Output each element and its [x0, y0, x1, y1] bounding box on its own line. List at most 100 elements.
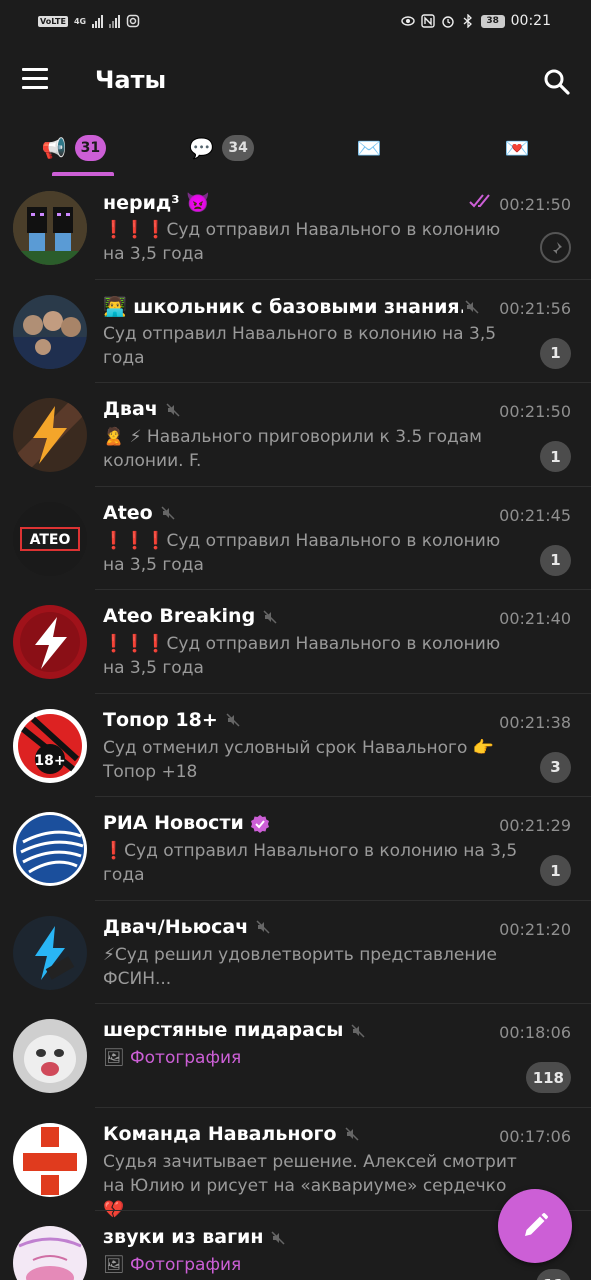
- folder-tabs: 📢 31 💬 34 ✉️ 💌: [0, 120, 591, 176]
- tab-channels[interactable]: 📢 31: [0, 120, 148, 176]
- chat-preview: ❗❗❗Суд отправил Навального в колонию на …: [103, 530, 501, 575]
- chat-row[interactable]: Двач/Ньюсач 00:21:20 ⚡Суд решил удовлетв…: [0, 901, 591, 1004]
- speech-bubble-icon: 💬: [189, 136, 215, 160]
- chat-list: нерид³ 👿 00:21:50 ❗❗❗Суд отправил Наваль…: [0, 176, 591, 1280]
- muted-icon: [161, 506, 175, 520]
- chat-preview: ⚡Суд решил удовлетворить представление Ф…: [103, 944, 497, 989]
- chat-time: 00:21:29: [499, 816, 571, 835]
- chat-row[interactable]: нерид³ 👿 00:21:50 ❗❗❗Суд отправил Наваль…: [0, 176, 591, 280]
- search-icon[interactable]: [541, 66, 573, 98]
- chat-time: 00:18:06: [499, 1023, 571, 1042]
- hamburger-icon: [22, 68, 48, 71]
- read-ticks-icon: [469, 194, 490, 208]
- chat-row[interactable]: шерстяные пидарасы 00:18:06 🖼 Фотография…: [0, 1004, 591, 1108]
- nfc-icon: [420, 14, 435, 28]
- chat-time: 00:21:50: [499, 402, 571, 421]
- pencil-icon: [525, 1213, 548, 1236]
- app-bar: Чаты: [0, 44, 591, 120]
- chat-preview: Суд отправил Навального в колонию на 3,5…: [103, 323, 497, 368]
- tab-favorites[interactable]: 💌: [443, 120, 591, 176]
- avatar: 18+: [13, 708, 87, 783]
- chat-row[interactable]: Ateo Breaking 00:21:40 ❗❗❗Суд отправил Н…: [0, 590, 591, 694]
- unread-badge: 11: [536, 1269, 571, 1280]
- chat-time: 00:21:38: [499, 712, 571, 732]
- photo-thumb-icon: 🖼: [103, 1255, 125, 1275]
- svg-text:18+: 18+: [34, 753, 65, 769]
- verified-icon: [250, 814, 269, 833]
- chat-preview: Суд отменил условный срок Навального 👉 Т…: [103, 737, 494, 782]
- unread-badge: 1: [540, 855, 571, 886]
- muted-icon: [271, 1230, 285, 1245]
- status-bar: VoLTE 4G 38 00:21: [0, 0, 591, 44]
- chat-preview: 🙎 ⚡ Навального приговорили к 3.5 годам к…: [103, 427, 482, 471]
- chat-row[interactable]: Двач 00:21:50 🙎 ⚡ Навального приговорили…: [0, 383, 591, 487]
- chat-row[interactable]: 18+ Топор 18+ 00:21:38 Суд отменил услов…: [0, 694, 591, 797]
- chat-name: 👨‍💻 школьник с базовыми знания...: [103, 295, 463, 318]
- tab-chats[interactable]: 💬 34: [148, 120, 296, 176]
- avatar: [13, 812, 87, 886]
- chat-row[interactable]: 👨‍💻 школьник с базовыми знания... 00:21:…: [0, 280, 591, 383]
- status-time: 00:21: [510, 13, 551, 29]
- svg-text:ATEO: ATEO: [30, 532, 71, 548]
- unread-badge: 3: [540, 751, 571, 783]
- alarm-icon: [441, 16, 454, 28]
- unread-badge: 118: [525, 1062, 571, 1093]
- pin-icon: [540, 232, 571, 263]
- chat-row[interactable]: РИА Новости 00:21:29 ❗Суд отправил Навал…: [0, 797, 591, 901]
- megaphone-icon: 📢: [41, 136, 67, 160]
- avatar: ATEO: [13, 501, 87, 576]
- chat-preview: 🖼 Фотография: [103, 1253, 523, 1277]
- avatar: [13, 294, 87, 369]
- unread-badge: 1: [540, 337, 571, 369]
- chat-name: Ateo Breaking: [103, 605, 277, 627]
- unread-badge: 1: [540, 441, 571, 472]
- muted-icon: [351, 1023, 365, 1038]
- chat-row[interactable]: ATEO Ateo 00:21:45 ❗❗❗Суд отправил Навал…: [0, 487, 591, 590]
- compose-button[interactable]: [498, 1189, 572, 1263]
- eye-icon: [400, 16, 415, 26]
- muted-icon: [256, 920, 270, 934]
- chat-name: Топор 18+: [103, 709, 240, 731]
- heart-letter-icon: 💌: [504, 136, 530, 160]
- avatar: [13, 1226, 87, 1280]
- avatar: [13, 398, 87, 472]
- bluetooth-icon: [463, 14, 472, 28]
- chat-name: нерид³ 👿: [103, 192, 210, 214]
- signal-icon: [92, 14, 104, 28]
- chat-name: РИА Новости: [103, 812, 270, 834]
- volte-indicator: VoLTE: [38, 15, 68, 27]
- muted-icon: [263, 609, 277, 624]
- battery-icon: 38: [480, 14, 505, 28]
- muted-icon: [344, 1127, 359, 1141]
- photo-thumb-icon: 🖼: [103, 1048, 125, 1068]
- status-left: VoLTE 4G: [38, 14, 140, 28]
- chat-time: 00:17:06: [499, 1126, 571, 1146]
- chat-preview: ❗❗❗Суд отправил Навального в колонию на …: [103, 220, 501, 264]
- muted-icon: [226, 713, 240, 727]
- chat-name: Двач/Ньюсач: [103, 916, 270, 938]
- page-title: Чаты: [95, 66, 167, 94]
- photo-label: Фотография: [130, 1255, 242, 1275]
- chat-name: Двач: [103, 398, 180, 420]
- instagram-icon: [126, 14, 140, 28]
- chat-time: 00:21:56: [499, 298, 571, 318]
- avatar: [13, 1122, 87, 1197]
- menu-button[interactable]: [22, 68, 52, 94]
- envelope-icon: ✉️: [356, 136, 382, 160]
- chat-row[interactable]: Команда Навального 00:17:06 Судья зачиты…: [0, 1108, 591, 1220]
- chat-name: звуки из вагин: [103, 1226, 285, 1248]
- chat-name: шерстяные пидарасы: [103, 1019, 365, 1041]
- avatar: [13, 1019, 87, 1093]
- chat-name: Ateo: [103, 502, 175, 524]
- signal-2-icon: [109, 14, 121, 28]
- muted-icon: [465, 299, 479, 314]
- avatar: [13, 915, 87, 990]
- tab-messages[interactable]: ✉️: [296, 120, 444, 176]
- muted-icon: [166, 402, 180, 417]
- status-right: 38 00:21: [400, 13, 551, 29]
- photo-label: Фотография: [130, 1048, 242, 1068]
- chat-time: 00:21:40: [499, 609, 571, 628]
- chat-preview: ❗❗❗Суд отправил Навального в колонию на …: [103, 634, 501, 678]
- tab-badge: 34: [222, 135, 254, 161]
- chat-name: Команда Навального: [103, 1123, 359, 1145]
